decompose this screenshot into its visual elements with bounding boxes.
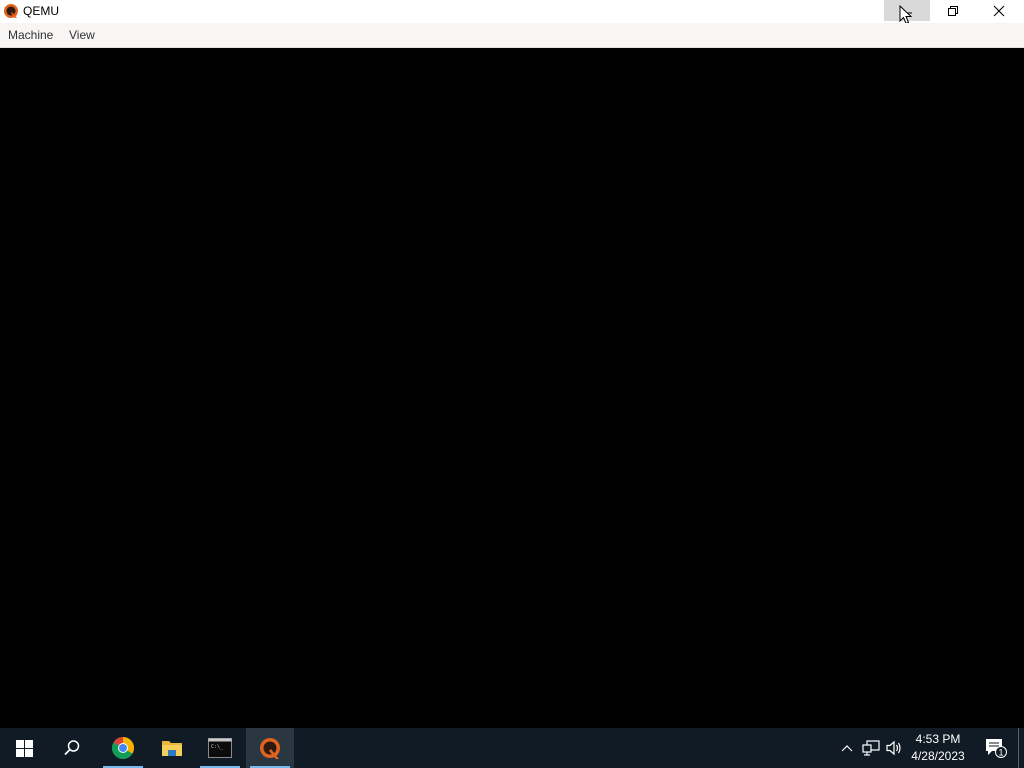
qemu-app-icon [4,4,18,18]
network-icon [862,740,880,756]
chevron-up-icon [841,745,853,752]
vm-display[interactable] [0,48,1024,728]
clock-time: 4:53 PM [915,732,961,746]
mouse-cursor-icon [899,5,913,25]
window-title: QEMU [23,4,59,18]
start-button[interactable] [0,728,48,768]
network-button[interactable] [860,728,882,768]
svg-text:C:\_: C:\_ [211,744,224,750]
show-hidden-icons-button[interactable] [836,728,858,768]
title-bar[interactable]: QEMU [0,0,1024,25]
menu-view[interactable]: View [69,28,95,42]
restore-icon [948,5,958,16]
qemu-icon [260,738,280,759]
taskbar-chrome[interactable] [99,728,147,768]
clock-date: 4/28/2023 [911,749,965,763]
search-button[interactable] [48,728,96,768]
clock[interactable]: 4:53 PM 4/28/2023 [906,731,970,765]
search-icon [64,740,80,756]
menu-machine[interactable]: Machine [8,28,53,42]
taskbar: C:\_ 4:53 PM 4/28/2023 1 [0,728,1024,768]
notification-count: 1 [998,748,1003,758]
show-desktop-button[interactable] [1018,728,1019,768]
action-center-button[interactable]: 1 [976,728,1016,768]
qemu-window: QEMU Machine View [0,0,1024,728]
chrome-icon [112,737,134,759]
close-button[interactable] [976,0,1022,21]
command-prompt-icon: C:\_ [208,738,232,758]
start-icon [15,739,33,757]
volume-button[interactable] [883,728,905,768]
taskbar-file-explorer[interactable] [148,728,196,768]
taskbar-qemu[interactable] [246,728,294,768]
notification-icon: 1 [986,739,1007,758]
taskbar-command-prompt[interactable]: C:\_ [196,728,244,768]
close-icon [993,5,1005,16]
file-explorer-icon [162,741,182,756]
speaker-icon [886,740,901,756]
menu-bar: Machine View [0,23,1024,48]
restore-button[interactable] [930,0,976,21]
